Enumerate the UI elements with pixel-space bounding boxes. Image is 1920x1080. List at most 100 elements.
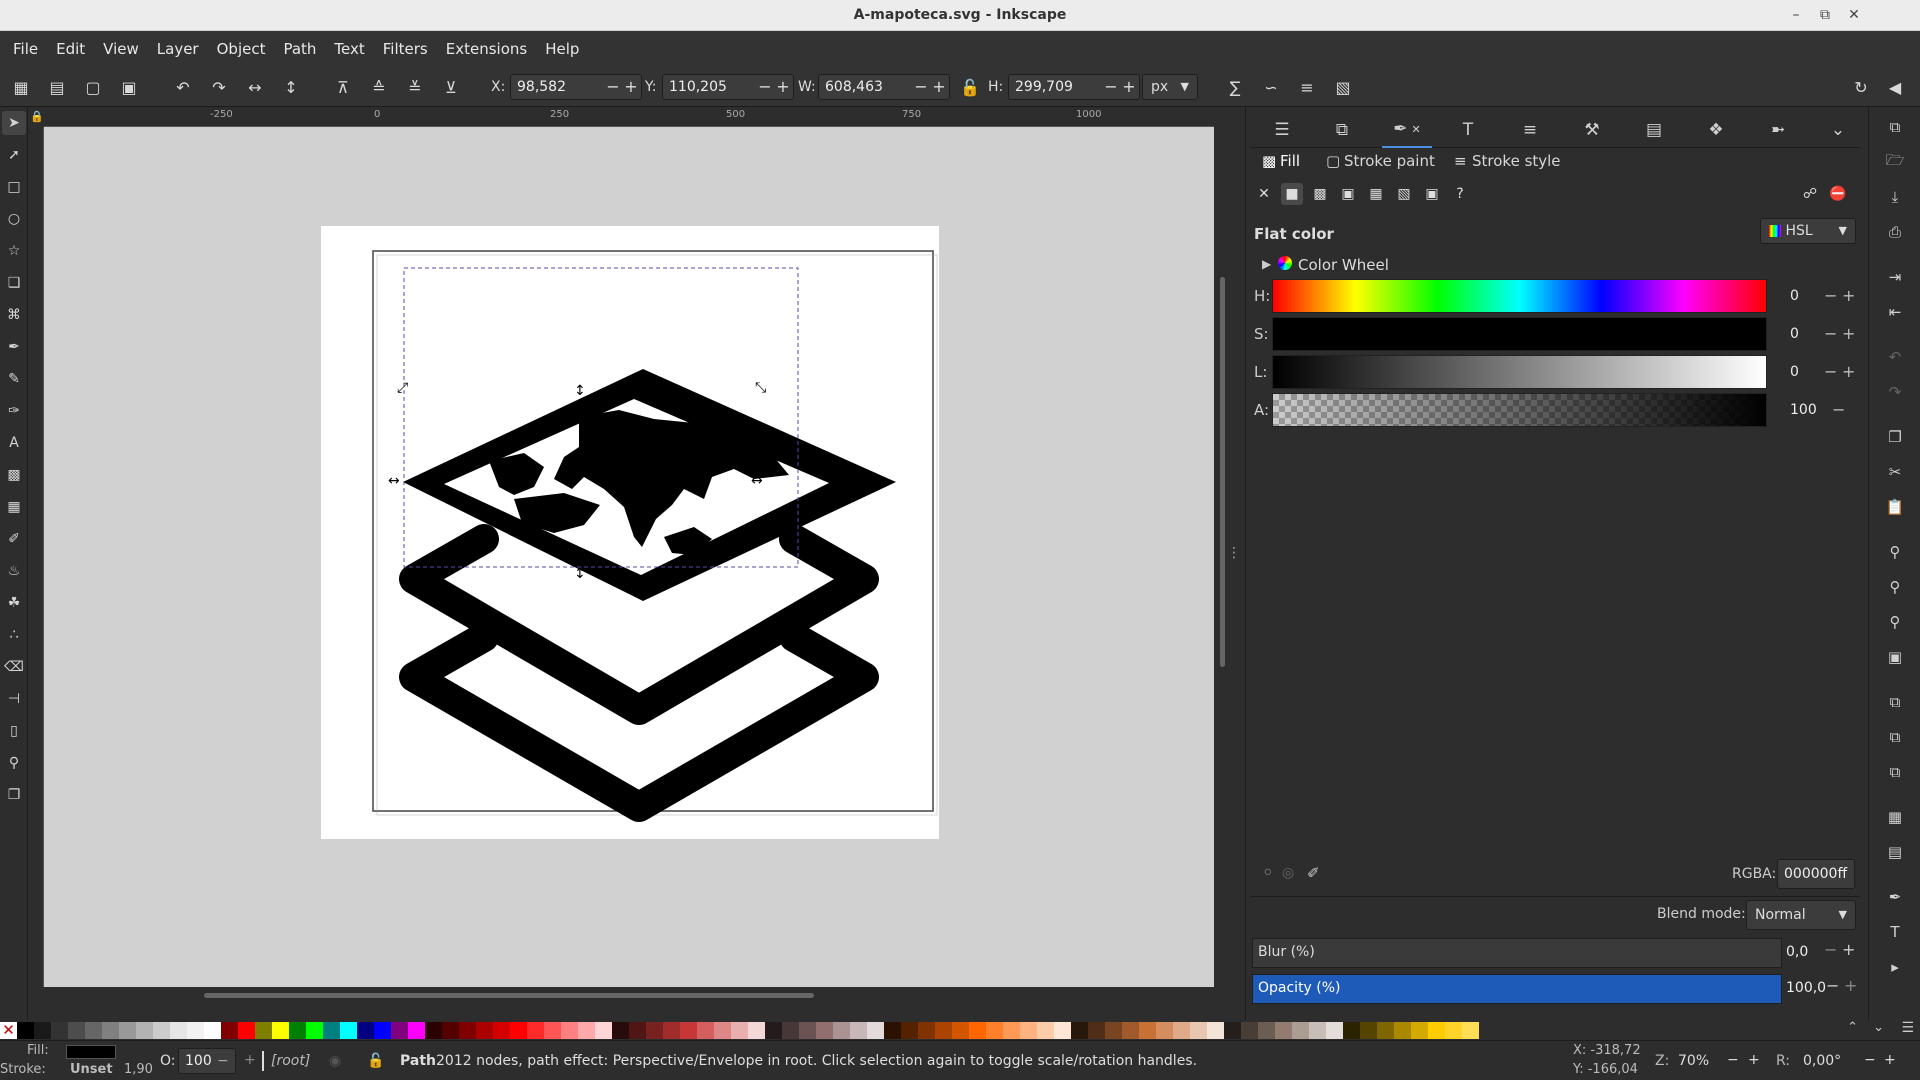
cut-icon[interactable]: ✂ xyxy=(1883,460,1907,484)
color-wheel-label[interactable]: Color Wheel xyxy=(1298,256,1389,274)
palette-swatch[interactable] xyxy=(1343,1021,1360,1039)
fill-tab-icon[interactable]: ▩ xyxy=(1262,152,1276,170)
path-effects-tab-icon[interactable]: ➼ xyxy=(1758,112,1798,148)
flip-horizontal-icon[interactable]: ↔ xyxy=(242,74,268,100)
align-tab-icon[interactable]: ≡ xyxy=(1510,112,1550,148)
more-commands-icon[interactable]: ▸ xyxy=(1883,955,1907,979)
palette-swatch[interactable] xyxy=(1292,1021,1309,1039)
palette-swatch[interactable] xyxy=(85,1021,102,1039)
fill-rule-nonzero-icon[interactable]: ⛔ xyxy=(1827,183,1849,205)
layers-tab-icon[interactable]: ☰ xyxy=(1262,112,1302,148)
palette-swatch[interactable] xyxy=(578,1021,595,1039)
palette-swatch[interactable] xyxy=(1173,1021,1190,1039)
blur-increment[interactable]: + xyxy=(1842,940,1855,959)
palette-swatch[interactable] xyxy=(663,1021,680,1039)
spiral-tool-icon[interactable]: ⌘ xyxy=(2,303,26,327)
palette-swatch[interactable] xyxy=(561,1021,578,1039)
rotate-ccw-icon[interactable]: ↶ xyxy=(170,74,196,100)
saturation-decrement[interactable]: − xyxy=(1824,321,1837,347)
palette-swatch[interactable] xyxy=(1411,1021,1428,1039)
undo-icon[interactable]: ↶ xyxy=(1883,345,1907,369)
palette-swatch[interactable] xyxy=(1258,1021,1275,1039)
palette-swatch[interactable] xyxy=(595,1021,612,1039)
opacity-status-increment[interactable]: + xyxy=(244,1052,256,1068)
zoom-tool-icon[interactable]: ⚲ xyxy=(2,751,26,775)
palette-swatch[interactable] xyxy=(1071,1021,1088,1039)
redo-icon[interactable]: ↷ xyxy=(1883,380,1907,404)
paint-bucket-tool-icon[interactable]: ♨ xyxy=(2,559,26,583)
more-tabs-icon[interactable]: ⌄ xyxy=(1818,112,1858,148)
palette-swatch[interactable] xyxy=(493,1021,510,1039)
palette-swatch[interactable] xyxy=(1207,1021,1224,1039)
fill-indicator-swatch[interactable] xyxy=(66,1045,116,1059)
palette-swatch[interactable] xyxy=(1054,1021,1071,1039)
palette-swatch[interactable] xyxy=(612,1021,629,1039)
node-tool-icon[interactable]: ➚ xyxy=(2,143,26,167)
unit-select[interactable]: px ▼ xyxy=(1142,74,1198,100)
lightness-value-field[interactable]: 0 − + xyxy=(1786,359,1856,385)
blur-slider[interactable]: Blur (%) xyxy=(1252,938,1782,968)
alpha-slider[interactable] xyxy=(1272,393,1767,427)
scale-handle-icon[interactable]: ⤢ xyxy=(397,380,408,396)
drawing-canvas[interactable]: ⤢ ⤡ ↕ ↔ ↔ ↕ xyxy=(44,127,1214,987)
blend-mode-select[interactable]: Normal ▼ xyxy=(1746,900,1856,930)
expander-arrow-icon[interactable]: ▶ xyxy=(1262,257,1271,271)
menu-filters[interactable]: Filters xyxy=(374,31,437,67)
vertical-scroll-thumb[interactable] xyxy=(1220,277,1225,667)
menu-layer[interactable]: Layer xyxy=(148,31,208,67)
fill-stroke-tab-icon[interactable]: ✒ ✕ xyxy=(1382,112,1432,148)
saturation-increment[interactable]: + xyxy=(1842,321,1855,347)
zoom-value[interactable]: 70% xyxy=(1678,1053,1709,1069)
x-input[interactable] xyxy=(511,75,591,99)
rotate-cw-icon[interactable]: ↷ xyxy=(206,74,232,100)
palette-swatch[interactable] xyxy=(408,1021,425,1039)
scale-stroke-icon[interactable]: ∑ xyxy=(1222,74,1248,100)
opacity-status-decrement[interactable]: − xyxy=(217,1049,229,1073)
palette-swatch[interactable] xyxy=(221,1021,238,1039)
w-increment[interactable]: + xyxy=(931,75,947,99)
palette-swatch[interactable] xyxy=(918,1021,935,1039)
opacity-slider[interactable]: Opacity (%) xyxy=(1252,974,1782,1004)
palette-swatch[interactable] xyxy=(442,1021,459,1039)
x-field[interactable]: − + xyxy=(510,74,642,100)
palette-swatch[interactable] xyxy=(544,1021,561,1039)
tab-stroke-style[interactable]: Stroke style xyxy=(1472,152,1561,170)
pen-tool-icon[interactable]: ✒ xyxy=(2,335,26,359)
palette-swatch[interactable] xyxy=(306,1021,323,1039)
w-decrement[interactable]: − xyxy=(913,75,929,99)
pages-tool-icon[interactable]: ❐ xyxy=(2,783,26,807)
select-all-icon[interactable]: ▦ xyxy=(8,74,34,100)
palette-swatch[interactable] xyxy=(901,1021,918,1039)
palette-swatch[interactable] xyxy=(782,1021,799,1039)
horizontal-scroll-thumb[interactable] xyxy=(204,993,814,998)
maximize-icon[interactable]: ⧉ xyxy=(1810,0,1840,31)
palette-swatch[interactable] xyxy=(510,1021,527,1039)
palette-swatch[interactable] xyxy=(1190,1021,1207,1039)
mesh-gradient-icon[interactable]: ▦ xyxy=(1365,183,1387,205)
palette-swatch[interactable] xyxy=(816,1021,833,1039)
palette-swatch[interactable] xyxy=(17,1021,34,1039)
unset-paint-icon[interactable]: ? xyxy=(1449,183,1471,205)
palette-swatch[interactable] xyxy=(255,1021,272,1039)
zoom-selection-icon[interactable]: ⚲ xyxy=(1883,540,1907,564)
y-increment[interactable]: + xyxy=(775,75,791,99)
object-properties-tab-icon[interactable]: ⚒ xyxy=(1572,112,1612,148)
no-color-swatch-icon[interactable]: ✕ xyxy=(0,1021,17,1039)
palette-swatch[interactable] xyxy=(1275,1021,1292,1039)
palette-swatch[interactable] xyxy=(68,1021,85,1039)
scale-handle-icon[interactable]: ⤡ xyxy=(755,380,766,396)
palette-swatch[interactable] xyxy=(323,1021,340,1039)
palette-swatch[interactable] xyxy=(170,1021,187,1039)
hue-value-field[interactable]: 0 − + xyxy=(1786,283,1856,309)
palette-scroll-up-icon[interactable]: ⌃ xyxy=(1847,1020,1858,1035)
menu-extensions[interactable]: Extensions xyxy=(437,31,536,67)
palette-swatch[interactable] xyxy=(629,1021,646,1039)
palette-swatch[interactable] xyxy=(714,1021,731,1039)
text-tab-icon[interactable]: T xyxy=(1448,112,1488,148)
menu-path[interactable]: Path xyxy=(274,31,325,67)
lock-guides-icon[interactable]: 🔒 xyxy=(30,107,44,127)
text-font-dialog-icon[interactable]: T xyxy=(1883,920,1907,944)
linear-gradient-icon[interactable]: ▩ xyxy=(1309,183,1331,205)
palette-swatch[interactable] xyxy=(51,1021,68,1039)
rotation-value[interactable]: 0,00° xyxy=(1803,1053,1841,1069)
